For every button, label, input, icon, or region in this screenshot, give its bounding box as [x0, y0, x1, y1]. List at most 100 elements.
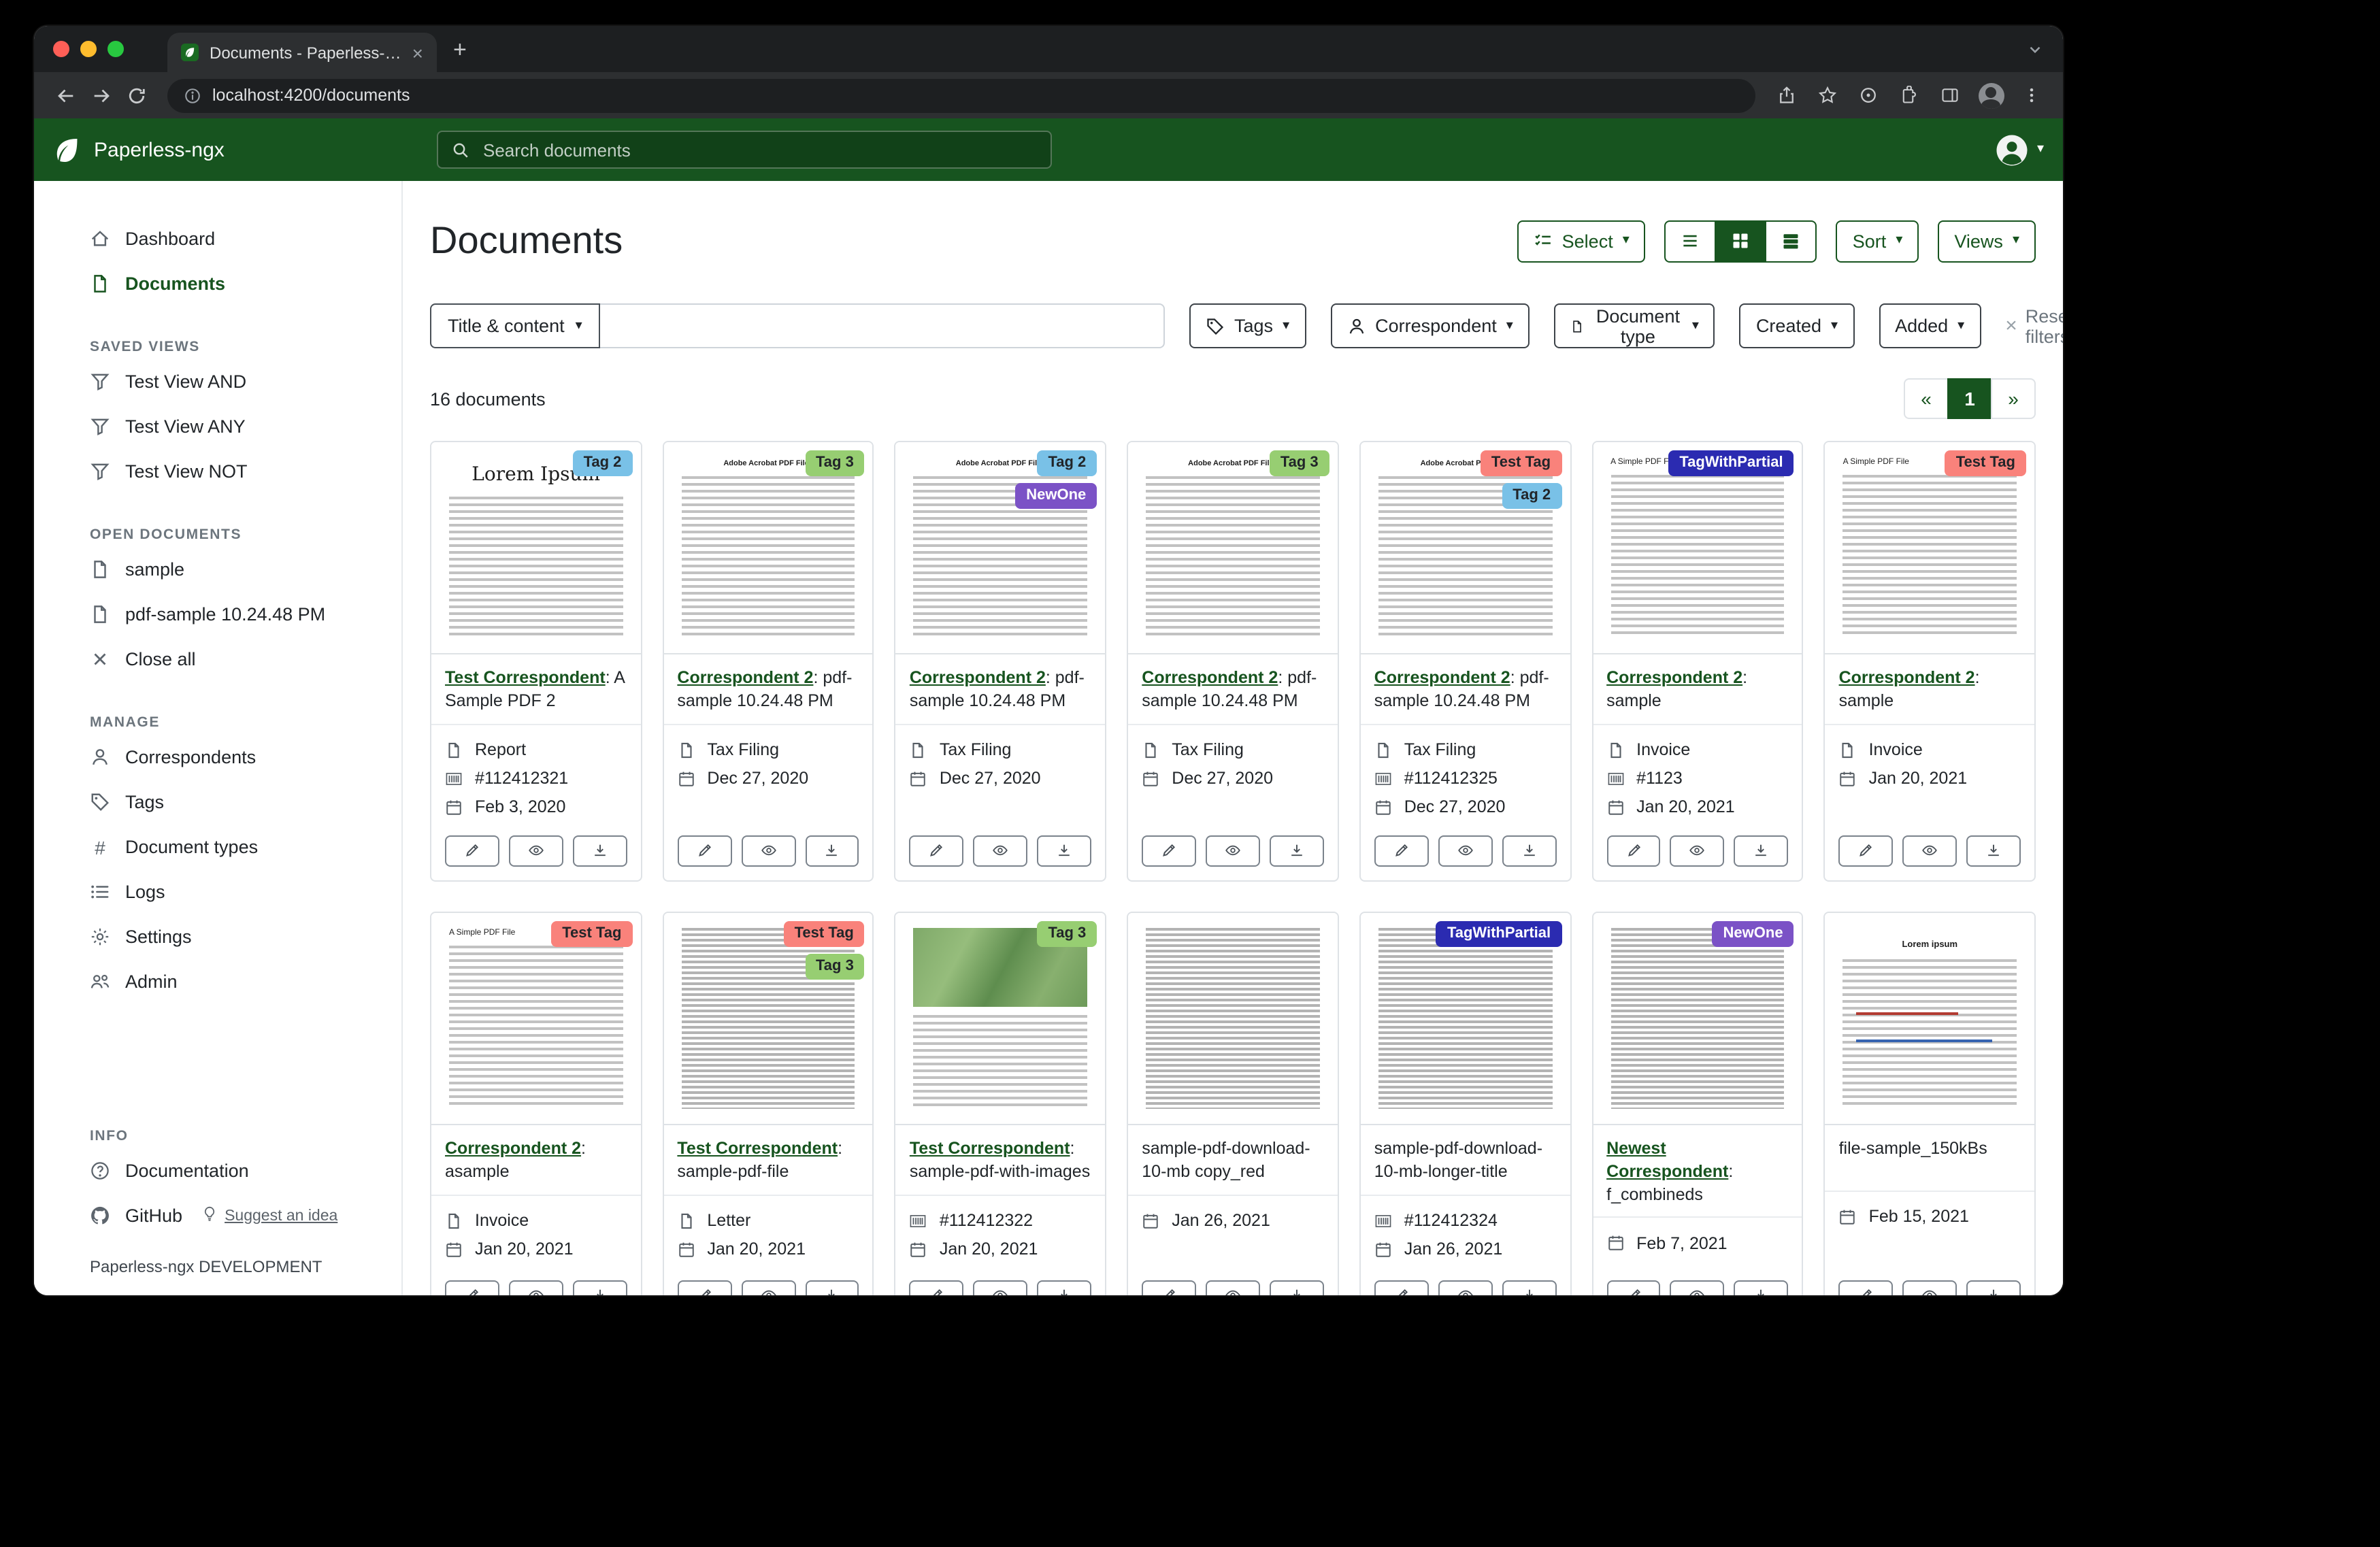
edit-button[interactable] — [1142, 1280, 1196, 1296]
created-filter-button[interactable]: Created ▾ — [1740, 303, 1854, 348]
user-menu[interactable]: ▾ — [1995, 133, 2044, 167]
document-thumbnail[interactable]: Adobe Acrobat PDF Files Tag 2NewOne — [896, 442, 1105, 654]
share-icon[interactable] — [1769, 78, 1804, 113]
asn-row[interactable]: #112412322 — [910, 1206, 1091, 1235]
document-thumbnail[interactable]: A Simple PDF File Test Tag — [431, 913, 640, 1125]
edit-button[interactable] — [445, 1280, 499, 1296]
document-thumbnail[interactable]: Lorem ipsum — [1825, 913, 2034, 1125]
view-button[interactable] — [1438, 1280, 1493, 1296]
view-button[interactable] — [1670, 835, 1725, 867]
asn-row[interactable]: #112412325 — [1374, 765, 1556, 793]
tag-badge[interactable]: Tag 3 — [805, 954, 865, 980]
correspondent-link[interactable]: Correspondent 2 — [1839, 668, 1975, 687]
tag-badge[interactable]: Tag 2 — [1502, 483, 1561, 509]
view-button[interactable] — [741, 1280, 795, 1296]
tab-close-icon[interactable]: × — [412, 43, 423, 62]
document-card[interactable]: TagWithPartial sample-pdf-download-10-mb… — [1359, 912, 1571, 1296]
edit-button[interactable] — [1839, 1280, 1894, 1296]
app-brand[interactable]: Paperless-ngx — [53, 135, 437, 164]
download-button[interactable] — [1270, 835, 1324, 867]
extensions-puzzle-icon[interactable] — [1891, 78, 1927, 113]
zoom-window-button[interactable] — [108, 41, 124, 57]
correspondent-link[interactable]: Correspondent 2 — [1606, 668, 1742, 687]
download-button[interactable] — [1037, 835, 1091, 867]
sidebar-item-logs[interactable]: Logs — [90, 869, 382, 914]
edit-button[interactable] — [1606, 1280, 1661, 1296]
asn-row[interactable]: #112412321 — [445, 765, 627, 793]
title-content-dropdown-button[interactable]: Title & content ▾ — [430, 303, 600, 348]
document-card[interactable]: NewOne Newest Correspondent: f_combineds… — [1591, 912, 1803, 1296]
document-thumbnail[interactable]: Adobe Acrobat PDF Files Tag 3 — [663, 442, 872, 654]
sidebar-item-documents[interactable]: Documents — [90, 261, 382, 306]
url-bar[interactable]: localhost:4200/documents — [167, 78, 1755, 112]
view-button[interactable] — [741, 835, 795, 867]
edit-button[interactable] — [1142, 835, 1196, 867]
download-button[interactable] — [1966, 835, 2021, 867]
document-card[interactable]: Tag 3 Test Correspondent: sample-pdf-wit… — [895, 912, 1106, 1296]
tag-badge[interactable]: NewOne — [1015, 483, 1097, 509]
suggest-an-idea-link[interactable]: Suggest an idea — [201, 1205, 337, 1226]
view-button[interactable] — [509, 1280, 563, 1296]
document-thumbnail[interactable]: A Simple PDF File Test Tag — [1825, 442, 2034, 654]
tag-badge[interactable]: Test Tag — [784, 921, 865, 947]
correspondent-link[interactable]: Newest Correspondent — [1606, 1139, 1728, 1181]
correspondent-link[interactable]: Correspondent 2 — [910, 668, 1046, 687]
view-button[interactable] — [1206, 1280, 1260, 1296]
edit-button[interactable] — [1839, 835, 1894, 867]
edit-button[interactable] — [445, 835, 499, 867]
document-card[interactable]: sample-pdf-download-10-mb copy_red Jan 2… — [1127, 912, 1338, 1296]
bookmark-star-icon[interactable] — [1810, 78, 1845, 113]
view-button[interactable] — [1206, 835, 1260, 867]
document-thumbnail[interactable]: Test Tag Tag 3 — [663, 913, 872, 1125]
tags-filter-button[interactable]: Tags ▾ — [1189, 303, 1306, 348]
download-button[interactable] — [573, 1280, 627, 1296]
correspondent-link[interactable]: Correspondent 2 — [677, 668, 813, 687]
sidebar-item-test-view-not[interactable]: Test View NOT — [90, 449, 382, 494]
view-button[interactable] — [974, 1280, 1028, 1296]
document-thumbnail[interactable]: TagWithPartial — [1361, 913, 1570, 1125]
edit-button[interactable] — [677, 1280, 731, 1296]
sidebar-item-settings[interactable]: Settings — [90, 914, 382, 959]
asn-row[interactable]: #112412324 — [1374, 1206, 1556, 1235]
previous-page-button[interactable]: « — [1904, 378, 1949, 419]
document-card[interactable]: A Simple PDF File Test Tag Correspondent… — [1824, 441, 2036, 882]
sidebar-item-dashboard[interactable]: Dashboard — [90, 216, 382, 261]
browser-tab[interactable]: Documents - Paperless-ngx × — [167, 33, 437, 72]
page-status-icon[interactable] — [1851, 78, 1886, 113]
download-button[interactable] — [1502, 835, 1556, 867]
document-thumbnail[interactable]: NewOne — [1593, 913, 1802, 1125]
download-button[interactable] — [1270, 1280, 1324, 1296]
sidebar-item-open-doc-sample[interactable]: sample — [90, 547, 382, 592]
view-button[interactable] — [974, 835, 1028, 867]
minimize-window-button[interactable] — [80, 41, 97, 57]
forward-icon[interactable] — [83, 78, 118, 113]
correspondent-link[interactable]: Correspondent 2 — [1142, 668, 1278, 687]
document-card[interactable]: Test TagTag 3 Test Correspondent: sample… — [662, 912, 874, 1296]
view-button[interactable] — [1670, 1280, 1725, 1296]
edit-button[interactable] — [677, 835, 731, 867]
tag-badge[interactable]: Tag 3 — [805, 450, 865, 476]
sidebar-item-correspondents[interactable]: Correspondents — [90, 735, 382, 780]
close-window-button[interactable] — [53, 41, 69, 57]
document-card[interactable]: Adobe Acrobat PDF Files Test TagTag 2 Co… — [1359, 441, 1571, 882]
view-button[interactable] — [1902, 835, 1957, 867]
document-card[interactable]: Adobe Acrobat PDF Files Tag 3 Correspond… — [662, 441, 874, 882]
document-card[interactable]: Adobe Acrobat PDF Files Tag 2NewOne Corr… — [895, 441, 1106, 882]
views-button[interactable]: Views ▾ — [1938, 220, 2036, 262]
tag-badge[interactable]: Test Tag — [551, 921, 632, 947]
download-button[interactable] — [1502, 1280, 1556, 1296]
correspondent-link[interactable]: Test Correspondent — [677, 1139, 838, 1158]
download-button[interactable] — [573, 835, 627, 867]
correspondent-link[interactable]: Correspondent 2 — [445, 1139, 581, 1158]
document-type-row[interactable]: Invoice — [1839, 736, 2021, 765]
edit-button[interactable] — [1606, 835, 1661, 867]
sidebar-item-test-view-and[interactable]: Test View AND — [90, 359, 382, 404]
sidebar-item-open-doc-pdf-sample[interactable]: pdf-sample 10.24.48 PM — [90, 592, 382, 637]
reload-icon[interactable] — [118, 78, 154, 113]
document-thumbnail[interactable]: A Simple PDF File TagWithPartial — [1593, 442, 1802, 654]
sort-button[interactable]: Sort ▾ — [1836, 220, 1919, 262]
correspondent-filter-button[interactable]: Correspondent ▾ — [1330, 303, 1530, 348]
document-type-row[interactable]: Tax Filing — [910, 736, 1091, 765]
tag-badge[interactable]: Tag 3 — [1270, 450, 1329, 476]
view-button[interactable] — [509, 835, 563, 867]
